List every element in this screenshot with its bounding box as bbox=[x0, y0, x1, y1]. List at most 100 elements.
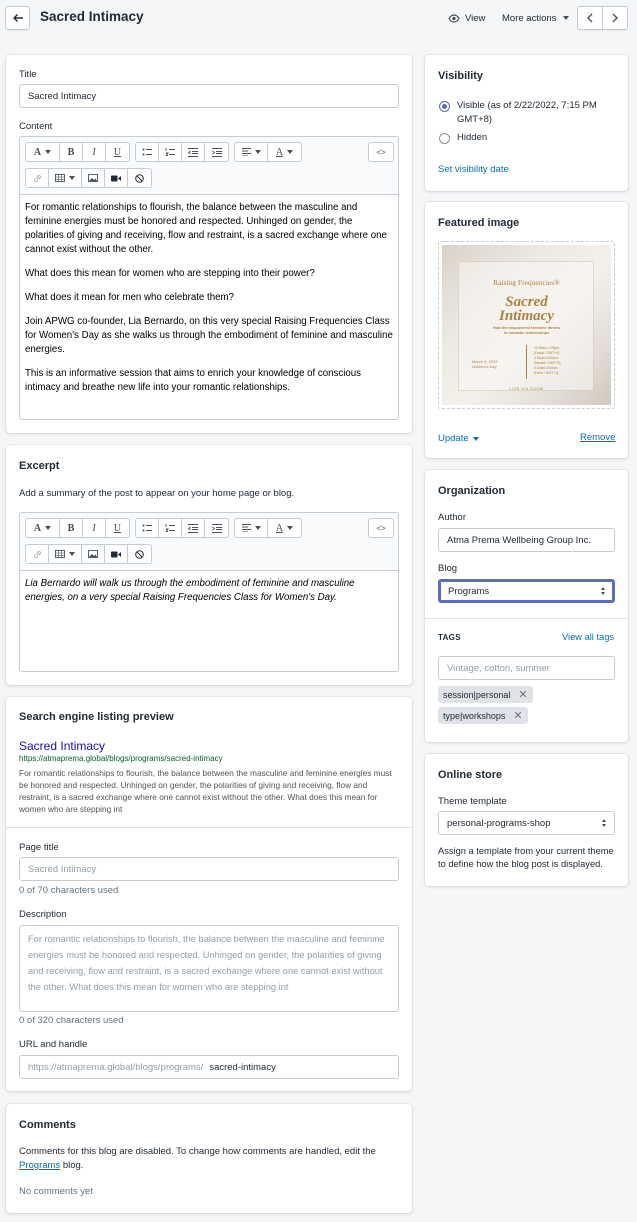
insert-link-button[interactable] bbox=[26, 545, 49, 563]
clear-formatting-button[interactable] bbox=[128, 169, 151, 187]
previous-button[interactable] bbox=[577, 6, 603, 30]
numbered-list-icon bbox=[165, 524, 175, 532]
insert-image-button[interactable] bbox=[82, 169, 105, 187]
visible-radio[interactable] bbox=[439, 101, 450, 112]
blog-select[interactable]: Programs bbox=[438, 579, 615, 603]
tag-chip: type|workshops ✕ bbox=[438, 707, 528, 724]
page-title-input[interactable]: Sacred Intimacy bbox=[19, 857, 399, 881]
excerpt-body[interactable]: Lia Bernardo will walk us through the em… bbox=[25, 577, 393, 615]
insert-table-dropdown[interactable] bbox=[49, 169, 82, 187]
bullet-list-button[interactable] bbox=[136, 519, 159, 537]
online-store-heading: Online store bbox=[438, 769, 503, 781]
comments-info: Comments for this blog are disabled. To … bbox=[19, 1145, 399, 1173]
numbered-list-button[interactable] bbox=[159, 519, 182, 537]
clear-formatting-button[interactable] bbox=[128, 545, 151, 563]
align-dropdown[interactable] bbox=[235, 519, 268, 537]
theme-template-select[interactable]: personal-programs-shop bbox=[438, 811, 615, 835]
visibility-card: Visibility Visible (as of 2/22/2022, 7:1… bbox=[425, 55, 628, 191]
text-color-dropdown[interactable]: A bbox=[268, 519, 301, 537]
tags-input[interactable]: Vintage, cotton, summer bbox=[438, 656, 615, 680]
seo-card: Search engine listing preview Sacred Int… bbox=[6, 697, 412, 1091]
list-group bbox=[135, 518, 229, 538]
poster-brand: Raising Frequencies® bbox=[493, 278, 560, 287]
excerpt-editor[interactable]: A B I U A <> Lia Bernardo will walk us t… bbox=[19, 512, 399, 672]
insert-video-button[interactable] bbox=[105, 545, 128, 563]
url-handle-input[interactable]: https://atmaprema.global/blogs/programs/… bbox=[19, 1055, 399, 1079]
update-image-button[interactable]: Update bbox=[438, 433, 479, 444]
content-editor[interactable]: A B I U A <> For romantic relationships … bbox=[19, 136, 399, 420]
outdent-button[interactable] bbox=[182, 143, 205, 161]
description-label: Description bbox=[19, 909, 67, 920]
visible-label[interactable]: Visible (as of 2/22/2022, 7:15 PM GMT+8) bbox=[457, 99, 617, 127]
align-color-group: A bbox=[234, 518, 302, 538]
remove-tag-icon[interactable]: ✕ bbox=[513, 709, 522, 722]
more-actions-button[interactable]: More actions bbox=[502, 11, 570, 25]
insert-video-button[interactable] bbox=[105, 169, 128, 187]
show-html-button[interactable]: <> bbox=[369, 519, 393, 537]
font-style-dropdown[interactable]: A bbox=[26, 519, 60, 537]
numbered-list-icon bbox=[165, 148, 175, 156]
title-label: Title bbox=[19, 69, 37, 80]
insert-table-dropdown[interactable] bbox=[49, 545, 82, 563]
page-title-count: 0 of 70 characters used bbox=[19, 885, 119, 896]
comments-heading: Comments bbox=[19, 1119, 76, 1131]
content-paragraph: For romantic relationships to flourish, … bbox=[25, 202, 387, 255]
excerpt-card: Excerpt Add a summary of the post to app… bbox=[6, 445, 412, 685]
excerpt-editor-toolbar: A B I U A <> bbox=[20, 513, 398, 571]
caret-down-icon bbox=[254, 150, 261, 154]
font-group: A B I U bbox=[25, 142, 130, 162]
featured-image-dropzone[interactable]: Raising Frequencies® Sacred Intimacy How… bbox=[438, 241, 615, 409]
seo-preview-url: https://atmaprema.global/blogs/programs/… bbox=[19, 754, 223, 763]
html-group: <> bbox=[368, 518, 394, 538]
show-html-button[interactable]: <> bbox=[369, 143, 393, 161]
title-input[interactable]: Sacred Intimacy bbox=[19, 84, 399, 108]
underline-button[interactable]: U bbox=[106, 519, 129, 537]
text-color-dropdown[interactable]: A bbox=[268, 143, 301, 161]
view-button[interactable]: View bbox=[448, 11, 485, 25]
bullet-list-button[interactable] bbox=[136, 143, 159, 161]
set-visibility-date-link[interactable]: Set visibility date bbox=[438, 164, 509, 175]
italic-icon: I bbox=[92, 522, 96, 534]
indent-button[interactable] bbox=[205, 519, 228, 537]
indent-button[interactable] bbox=[205, 143, 228, 161]
remove-image-link[interactable]: Remove bbox=[580, 432, 615, 443]
content-paragraph: This is an informative session that aims… bbox=[25, 368, 361, 393]
hidden-label[interactable]: Hidden bbox=[457, 132, 487, 143]
poster-title-line2: Intimacy bbox=[499, 308, 554, 324]
remove-tag-icon[interactable]: ✕ bbox=[518, 688, 527, 701]
insert-link-button[interactable] bbox=[26, 169, 49, 187]
tags-input-placeholder: Vintage, cotton, summer bbox=[447, 662, 550, 674]
underline-button[interactable]: U bbox=[106, 143, 129, 161]
more-actions-label: More actions bbox=[502, 12, 557, 24]
programs-blog-link[interactable]: Programs bbox=[19, 1160, 60, 1171]
bold-icon: B bbox=[67, 146, 75, 158]
tag-label: type|workshops bbox=[443, 710, 506, 721]
view-all-tags-link[interactable]: View all tags bbox=[562, 632, 614, 642]
align-left-icon bbox=[241, 148, 251, 156]
poster-subtitle-line1: How the empowered feminine thrives bbox=[492, 326, 561, 330]
outdent-button[interactable] bbox=[182, 519, 205, 537]
theme-template-help: Assign a template from your current them… bbox=[438, 846, 614, 869]
insert-image-button[interactable] bbox=[82, 545, 105, 563]
caret-down-icon bbox=[45, 150, 52, 154]
visibility-heading: Visibility bbox=[438, 70, 484, 82]
author-input[interactable]: Atma Prema Wellbeing Group Inc. bbox=[438, 528, 615, 552]
bold-button[interactable]: B bbox=[60, 519, 83, 537]
italic-button[interactable]: I bbox=[83, 519, 106, 537]
tags-label: TAGS bbox=[438, 633, 461, 642]
align-dropdown[interactable] bbox=[235, 143, 268, 161]
outdent-icon bbox=[188, 147, 198, 157]
content-body[interactable]: For romantic relationships to flourish, … bbox=[25, 201, 393, 405]
back-button[interactable] bbox=[5, 6, 30, 30]
bold-button[interactable]: B bbox=[60, 143, 83, 161]
select-arrows-icon bbox=[602, 819, 606, 827]
font-style-dropdown[interactable]: A bbox=[26, 143, 60, 161]
outdent-icon bbox=[188, 523, 198, 533]
numbered-list-button[interactable] bbox=[159, 143, 182, 161]
link-icon bbox=[33, 174, 41, 182]
hidden-radio[interactable] bbox=[439, 133, 450, 144]
video-icon bbox=[111, 175, 121, 181]
next-button[interactable] bbox=[602, 6, 628, 30]
italic-button[interactable]: I bbox=[83, 143, 106, 161]
description-textarea[interactable]: For romantic relationships to flourish, … bbox=[19, 925, 399, 1012]
